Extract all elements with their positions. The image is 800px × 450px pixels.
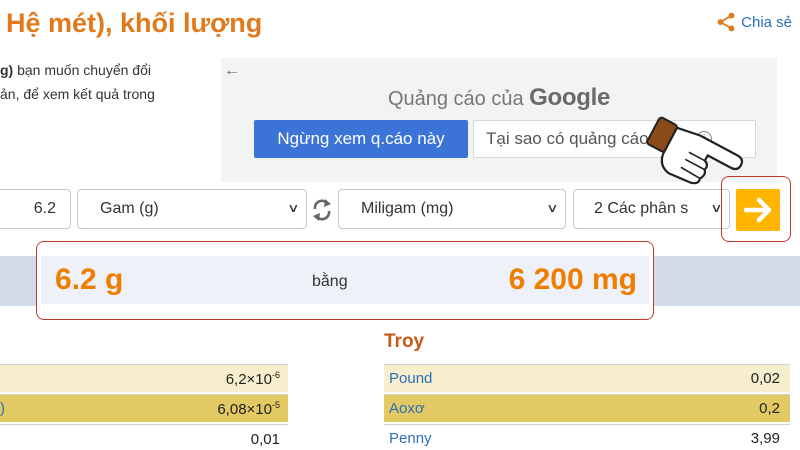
stop-ad-button[interactable]: Ngừng xem q.cáo này (254, 120, 468, 158)
from-unit-select[interactable]: Gam (g) ∨ (77, 189, 307, 229)
troy-heading: Troy (384, 331, 425, 352)
from-unit-value: Gam (g) (100, 200, 159, 217)
troy-unit-ounce[interactable]: Aoxơ (389, 400, 425, 417)
row-value: 0,02 (750, 370, 780, 387)
table-row: Pound 0,02 (384, 364, 790, 392)
swap-units-icon[interactable] (311, 197, 333, 223)
page-title: Hệ mét), khối lượng (6, 8, 263, 38)
share-icon (717, 12, 735, 32)
row-value: 3,99 (750, 430, 780, 447)
instructions-text: g) bạn muốn chuyển đổi ản, để xem kết qu… (0, 58, 200, 106)
value-input[interactable]: 6.2 (0, 189, 71, 229)
row-unit[interactable]: ) (0, 400, 5, 417)
result-row: 6.2 g bằng 6 200 mg (41, 256, 649, 304)
table-row: ) 6,08×10-5 (0, 394, 288, 422)
result-input: 6.2 g (55, 263, 124, 296)
result-box: 6.2 g bằng 6 200 mg (36, 241, 654, 320)
pointing-hand-icon (646, 116, 744, 185)
share-label: Chia sẻ (741, 13, 792, 31)
instructions-line2: ản, để xem kết quả trong (0, 86, 155, 102)
value-text: 6.2 (33, 200, 56, 217)
back-arrow-icon[interactable]: ← (224, 62, 240, 80)
ad-label: Quảng cáo của Google (221, 84, 777, 112)
google-logo: Google (529, 84, 611, 111)
instructions-bold: g) (0, 62, 14, 78)
row-value: 0,01 (250, 430, 280, 448)
table-row: Aoxơ 0,2 (384, 394, 790, 422)
decimals-value: 2 Các phân s (594, 200, 689, 217)
result-output: 6 200 mg (508, 263, 637, 296)
row-value: 6,2×10-6 (225, 369, 280, 388)
troy-unit-penny[interactable]: Penny (389, 430, 432, 447)
to-unit-value: Miligam (mg) (361, 200, 454, 217)
share-button[interactable]: Chia sẻ (715, 11, 792, 33)
row-value: 0,2 (759, 400, 780, 417)
chevron-down-icon: ∨ (287, 201, 300, 215)
instructions-line1: bạn muốn chuyển đổi (13, 62, 151, 78)
chevron-down-icon: ∨ (546, 201, 559, 215)
table-row: 6,2×10-6 (0, 364, 288, 392)
ad-label-prefix: Quảng cáo của (387, 88, 530, 110)
to-unit-select[interactable]: Miligam (mg) ∨ (338, 189, 566, 229)
result-equals: bằng (312, 273, 348, 290)
table-row: 0,01 (0, 424, 288, 450)
row-value: 6,08×10-5 (217, 399, 280, 418)
table-row: Penny 3,99 (384, 424, 790, 450)
troy-unit-pound[interactable]: Pound (389, 370, 432, 387)
